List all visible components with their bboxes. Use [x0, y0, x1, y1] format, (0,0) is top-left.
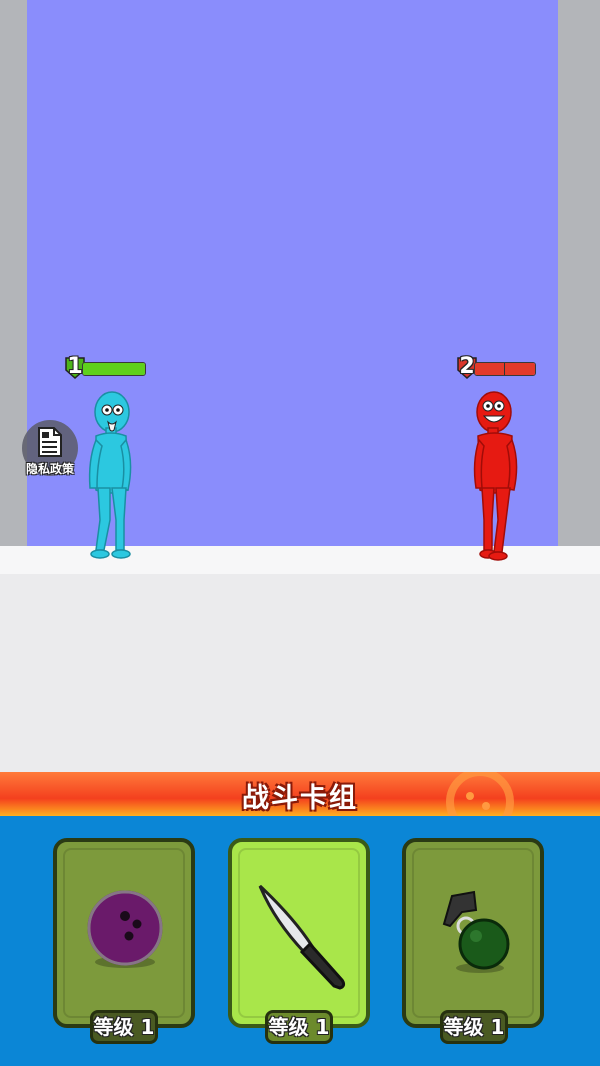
bowling-ball-icon	[87, 890, 163, 968]
card-level-badge: 等级 1	[440, 1010, 508, 1044]
platform-front	[0, 574, 600, 772]
privacy-policy-label: 隐私政策	[25, 462, 74, 476]
card-grenade[interactable]	[402, 838, 544, 1028]
player-health-bar: 1	[64, 354, 146, 380]
card-level-badge: 等级 1	[90, 1010, 158, 1044]
player-health-fill	[83, 363, 145, 375]
enemy-health-fill	[475, 363, 535, 375]
right-wall	[558, 0, 600, 560]
grenade-icon	[442, 890, 510, 973]
enemy-level-number: 2	[459, 354, 475, 379]
card-bowling-ball[interactable]	[53, 838, 195, 1028]
deck-banner: 战斗卡组	[0, 772, 600, 816]
card-level-badge: 等级 1	[265, 1010, 333, 1044]
enemy-health-bar: 2	[456, 354, 538, 380]
enemy-character	[473, 391, 518, 561]
card-knife[interactable]	[228, 838, 370, 1028]
knife-icon	[258, 884, 346, 990]
privacy-policy-button[interactable]: 隐私政策	[22, 420, 78, 476]
arena: 1 2 隐私政策	[0, 0, 600, 772]
player-level-number: 1	[67, 354, 83, 379]
deck-title: 战斗卡组	[242, 783, 358, 814]
player-character	[88, 391, 132, 559]
document-lock-icon	[38, 427, 62, 457]
